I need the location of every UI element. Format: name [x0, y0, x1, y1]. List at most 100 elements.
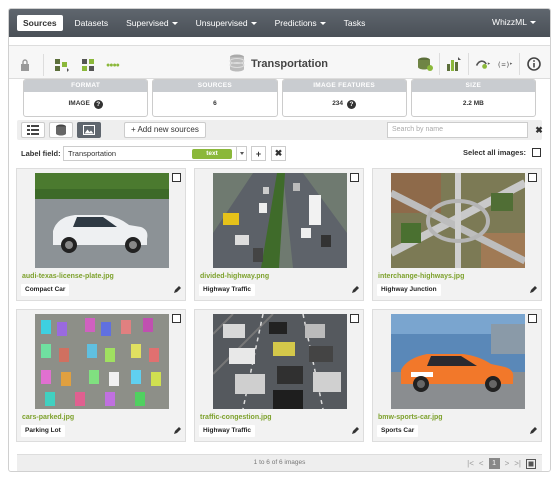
chevron-down-icon[interactable] [236, 147, 246, 160]
image-card[interactable]: divided-highway.png Highway Traffic [194, 168, 364, 301]
help-icon[interactable]: ? [347, 99, 357, 109]
user-name: WhizzML [492, 17, 527, 27]
image-checkbox[interactable] [172, 173, 181, 182]
page-title: Transportation [251, 58, 329, 70]
pencil-icon[interactable] [351, 286, 359, 294]
composite-icon[interactable] [80, 57, 96, 73]
page-size-icon[interactable] [526, 458, 536, 469]
divider [439, 53, 440, 75]
nav-predictions[interactable]: Predictions [269, 15, 332, 31]
image-label: Highway Traffic [199, 425, 256, 437]
stat-header: SIZE [411, 80, 535, 92]
image-card[interactable]: traffic-congestion.jpg Highway Traffic [194, 309, 364, 442]
svg-text:(=): (=) [497, 60, 510, 69]
highway-image [213, 173, 347, 268]
chart-icon[interactable] [446, 56, 462, 72]
current-page[interactable]: 1 [488, 458, 500, 469]
label-field-label: Label field: [21, 149, 61, 158]
divider [468, 53, 469, 75]
image-checkbox[interactable] [528, 314, 537, 323]
car-image [35, 173, 169, 268]
label-field-value: Transportation [68, 149, 117, 158]
search-input[interactable]: Search by name [387, 122, 528, 138]
pencil-icon[interactable] [529, 427, 537, 435]
label-field-select[interactable]: Transportation text [63, 146, 247, 161]
image-checkbox[interactable] [350, 314, 359, 323]
image-card[interactable]: audi-texas-license-plate.jpg Compact Car [16, 168, 186, 301]
lock-icon[interactable] [17, 57, 33, 73]
pencil-icon[interactable] [173, 427, 181, 435]
image-filename[interactable]: divided-highway.png [200, 273, 269, 280]
add-label-button[interactable]: + [251, 146, 266, 161]
image-checkbox[interactable] [172, 314, 181, 323]
sports-car-image [391, 314, 525, 409]
image-checkbox[interactable] [528, 173, 537, 182]
nav-datasets[interactable]: Datasets [69, 15, 115, 31]
next-page-icon[interactable]: > [505, 459, 510, 468]
model-icon[interactable] [475, 56, 491, 72]
last-page-icon[interactable]: >| [514, 459, 521, 468]
image-label: Compact Car [21, 284, 70, 296]
prev-page-icon[interactable]: < [479, 459, 484, 468]
parking-image [35, 314, 169, 409]
image-filename[interactable]: traffic-congestion.jpg [200, 414, 272, 421]
chevron-down-icon [319, 22, 326, 26]
list-view-icon[interactable] [21, 122, 45, 138]
stat-value: IMAGE [68, 100, 90, 107]
image-filename[interactable]: bmw-sports-car.jpg [378, 414, 443, 421]
image-filename[interactable]: interchange-highways.jpg [378, 273, 464, 280]
select-all: Select all images: [463, 148, 541, 157]
image-checkbox[interactable] [350, 173, 359, 182]
select-all-label: Select all images: [463, 148, 526, 157]
chevron-down-icon [171, 22, 178, 26]
nav-unsupervised-label: Unsupervised [195, 18, 248, 28]
top-nav: Sources Datasets Supervised Unsupervised… [9, 9, 550, 37]
stat-value: 234 [332, 100, 344, 107]
image-filename[interactable]: audi-texas-license-plate.jpg [22, 273, 114, 280]
config-source-icon[interactable] [54, 57, 70, 73]
stat-sources: SOURCES 6 [152, 79, 278, 117]
stat-value: 6 [213, 100, 217, 107]
stat-format: FORMAT IMAGE? [23, 79, 149, 117]
stat-image-features: IMAGE FEATURES 234? [281, 79, 407, 117]
user-menu[interactable]: WhizzML [492, 17, 536, 27]
remove-label-button[interactable]: ✖ [271, 146, 286, 161]
formula-icon[interactable]: (=) [497, 56, 513, 72]
info-icon[interactable] [526, 56, 542, 72]
first-page-icon[interactable]: |< [467, 459, 474, 468]
traffic-image [213, 314, 347, 409]
nav-predictions-label: Predictions [274, 18, 317, 28]
source-stats: FORMAT IMAGE? SOURCES 6 IMAGE FEATURES 2… [23, 79, 536, 117]
pagination-controls: |< < 1 > >| [467, 458, 536, 469]
clear-search-icon[interactable]: ✖ [531, 122, 547, 138]
image-label: Parking Lot [21, 425, 65, 437]
nav-unsupervised[interactable]: Unsupervised [190, 15, 263, 31]
field-type-badge: text [192, 149, 232, 159]
help-icon[interactable]: ? [93, 99, 103, 109]
image-card[interactable]: cars-parked.jpg Parking Lot [16, 309, 186, 442]
add-sources-button[interactable]: + Add new sources [124, 122, 206, 138]
image-card[interactable]: interchange-highways.jpg Highway Junctio… [372, 168, 542, 301]
database-icon [229, 54, 245, 74]
interchange-image [391, 173, 525, 268]
image-label: Highway Traffic [199, 284, 256, 296]
stat-header: SOURCES [153, 80, 277, 92]
pencil-icon[interactable] [529, 286, 537, 294]
nav-supervised-label: Supervised [126, 18, 169, 28]
nav-sources[interactable]: Sources [17, 15, 63, 31]
stat-header: FORMAT [24, 80, 148, 92]
pagination-bar: 1 to 6 of 6 images |< < 1 > >| [17, 454, 542, 471]
select-all-checkbox[interactable] [532, 148, 541, 157]
stat-value: 2.2 MB [462, 100, 484, 107]
table-view-icon[interactable] [49, 122, 73, 138]
pencil-icon[interactable] [351, 427, 359, 435]
image-view-icon[interactable] [77, 122, 101, 138]
pencil-icon[interactable] [173, 286, 181, 294]
label-field-row: Label field: Transportation text + ✖ Sel… [21, 146, 541, 162]
dataset-icon[interactable] [417, 56, 433, 72]
nav-supervised[interactable]: Supervised [120, 15, 184, 31]
image-card[interactable]: bmw-sports-car.jpg Sports Car [372, 309, 542, 442]
nav-tasks[interactable]: Tasks [338, 15, 372, 31]
image-filename[interactable]: cars-parked.jpg [22, 414, 74, 421]
pagination-info: 1 to 6 of 6 images [253, 459, 306, 466]
